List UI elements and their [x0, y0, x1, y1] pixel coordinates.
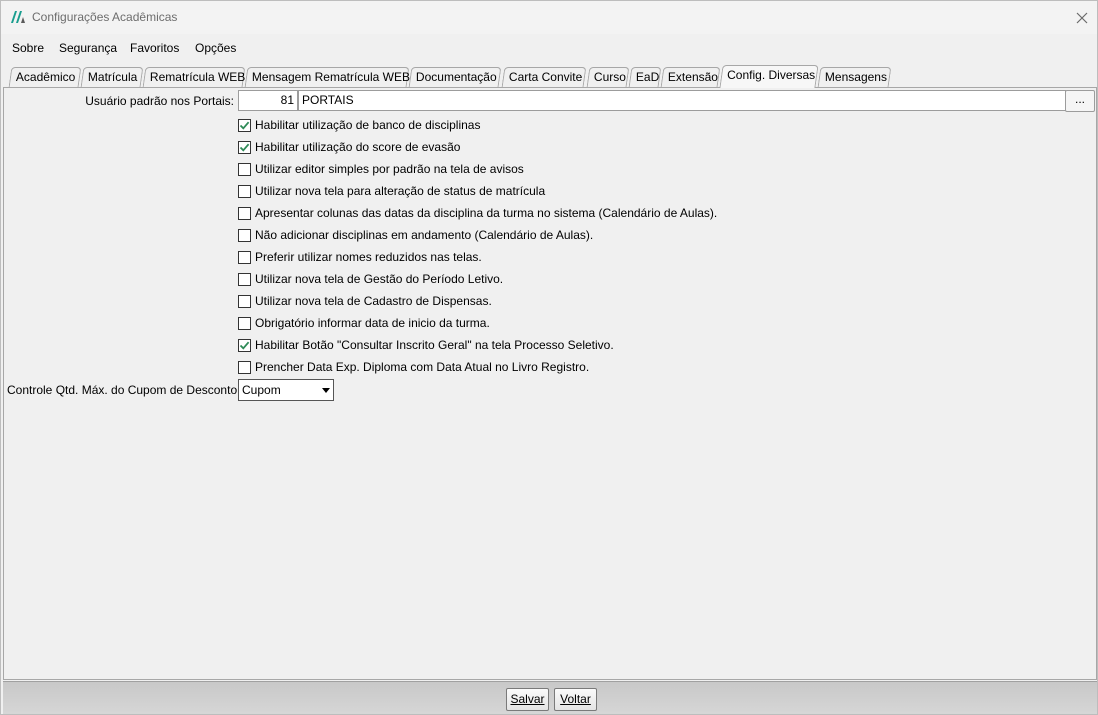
option-row[interactable]: Utilizar nova tela para alteração de sta…	[238, 183, 545, 199]
save-button-label: Salvar	[510, 692, 545, 706]
tab-label: Curso	[593, 70, 626, 84]
checkbox[interactable]	[238, 338, 251, 352]
option-label: Habilitar utilização de banco de discipl…	[255, 118, 481, 132]
option-label: Utilizar nova tela de Gestão do Período …	[255, 272, 504, 286]
option-label: Utilizar editor simples por padrão na te…	[255, 162, 524, 176]
portal-user-label: Usuário padrão nos Portais:	[85, 94, 234, 108]
option-row[interactable]: Utilizar editor simples por padrão na te…	[238, 161, 524, 177]
option-row[interactable]: Utilizar nova tela de Cadastro de Dispen…	[238, 293, 492, 309]
tab-config-diversas[interactable]: Config. Diversas	[719, 65, 819, 88]
tab-label: Matrícula	[87, 70, 138, 84]
option-label: Obrigatório informar data de inicio da t…	[255, 316, 490, 330]
title-bar: Configurações Acadêmicas	[1, 1, 1097, 34]
checkbox[interactable]	[238, 272, 251, 286]
checkbox[interactable]	[238, 294, 251, 308]
tab-label: Acadêmico	[15, 70, 76, 84]
coupon-control-value: Cupom	[242, 383, 281, 397]
tab-mensagens[interactable]: Mensagens	[817, 67, 892, 87]
back-button[interactable]: Voltar	[554, 688, 597, 711]
option-row[interactable]: Utilizar nova tela de Gestão do Período …	[238, 271, 503, 287]
portal-user-code-input[interactable]: 81	[238, 90, 298, 111]
checkbox[interactable]	[238, 140, 251, 154]
option-row[interactable]: Não adicionar disciplinas em andamento (…	[238, 227, 593, 243]
option-label: Preferir utilizar nomes reduzidos nas te…	[255, 250, 482, 264]
menu-bar: Sobre Segurança Favoritos Opções	[1, 37, 1097, 59]
app-logo-icon	[11, 11, 25, 23]
tab-extensao[interactable]: Extensão	[660, 67, 721, 87]
option-label: Apresentar colunas das datas da discipli…	[255, 206, 718, 220]
check-icon	[239, 341, 250, 350]
menu-seguranca[interactable]: Segurança	[59, 41, 117, 55]
checkbox[interactable]	[238, 162, 251, 176]
tab-label: Carta Convite	[508, 70, 583, 84]
window-title: Configurações Acadêmicas	[32, 10, 178, 24]
checkbox[interactable]	[238, 228, 251, 242]
chevron-down-icon	[322, 388, 330, 393]
tab-rematricula-web[interactable]: Rematrícula WEB	[142, 67, 246, 87]
coupon-control-label: Controle Qtd. Máx. do Cupom de Desconto	[7, 383, 238, 397]
checkbox[interactable]	[238, 250, 251, 264]
portal-user-name-input[interactable]: PORTAIS	[298, 90, 1066, 111]
option-label: Prencher Data Exp. Diploma com Data Atua…	[255, 360, 590, 374]
option-row[interactable]: Prencher Data Exp. Diploma com Data Atua…	[238, 359, 589, 375]
back-button-label: Voltar	[560, 692, 591, 706]
tab-academico[interactable]: Acadêmico	[8, 67, 82, 87]
option-label: Utilizar nova tela de Cadastro de Dispen…	[255, 294, 492, 308]
save-button[interactable]: Salvar	[506, 688, 549, 711]
tab-label: Rematrícula WEB	[149, 70, 246, 84]
portal-user-lookup-button[interactable]: ...	[1065, 90, 1095, 112]
option-row[interactable]: Preferir utilizar nomes reduzidos nas te…	[238, 249, 482, 265]
close-button[interactable]	[1067, 1, 1097, 34]
option-label: Habilitar utilização do score de evasão	[255, 140, 461, 154]
coupon-control-select[interactable]: Cupom	[238, 379, 334, 401]
menu-favoritos[interactable]: Favoritos	[130, 41, 179, 55]
option-row[interactable]: Obrigatório informar data de inicio da t…	[238, 315, 490, 331]
tab-label: Documentação	[415, 70, 497, 84]
tab-label: EaD	[635, 70, 660, 84]
tab-carta-convite[interactable]: Carta Convite	[501, 67, 587, 87]
check-icon	[239, 121, 250, 130]
tab-matricula[interactable]: Matrícula	[80, 67, 144, 87]
option-label: Habilitar Botão "Consultar Inscrito Gera…	[255, 338, 614, 352]
menu-sobre[interactable]: Sobre	[12, 41, 44, 55]
menu-opcoes[interactable]: Opções	[195, 41, 236, 55]
tab-documentacao[interactable]: Documentação	[408, 67, 502, 87]
tab-label: Extensão	[667, 70, 718, 84]
close-icon	[1076, 12, 1088, 23]
tab-ead[interactable]: EaD	[628, 67, 662, 87]
window: Configurações Acadêmicas Sobre Segurança…	[0, 0, 1098, 715]
checkbox[interactable]	[238, 206, 251, 220]
tab-label: Mensagens	[824, 70, 887, 84]
tab-bar: Acadêmico Matrícula Rematrícula WEB Mens…	[1, 65, 1097, 88]
checkbox[interactable]	[238, 360, 251, 374]
tab-label: Mensagem Rematrícula WEB	[251, 70, 410, 84]
footer-bar: Salvar Voltar	[3, 681, 1097, 714]
option-row[interactable]: Apresentar colunas das datas da discipli…	[238, 205, 717, 221]
option-row[interactable]: Habilitar utilização do score de evasão	[238, 139, 460, 155]
option-row[interactable]: Habilitar utilização de banco de discipl…	[238, 117, 480, 133]
option-row[interactable]: Habilitar Botão "Consultar Inscrito Gera…	[238, 337, 614, 353]
checkbox[interactable]	[238, 316, 251, 330]
check-icon	[239, 143, 250, 152]
tab-curso[interactable]: Curso	[586, 67, 630, 87]
tab-label: Config. Diversas	[727, 68, 816, 82]
option-label: Utilizar nova tela para alteração de sta…	[255, 184, 546, 198]
tab-mensagem-rematricula-web[interactable]: Mensagem Rematrícula WEB	[244, 67, 410, 87]
checkbox[interactable]	[238, 118, 251, 132]
checkbox[interactable]	[238, 184, 251, 198]
option-label: Não adicionar disciplinas em andamento (…	[255, 228, 594, 242]
